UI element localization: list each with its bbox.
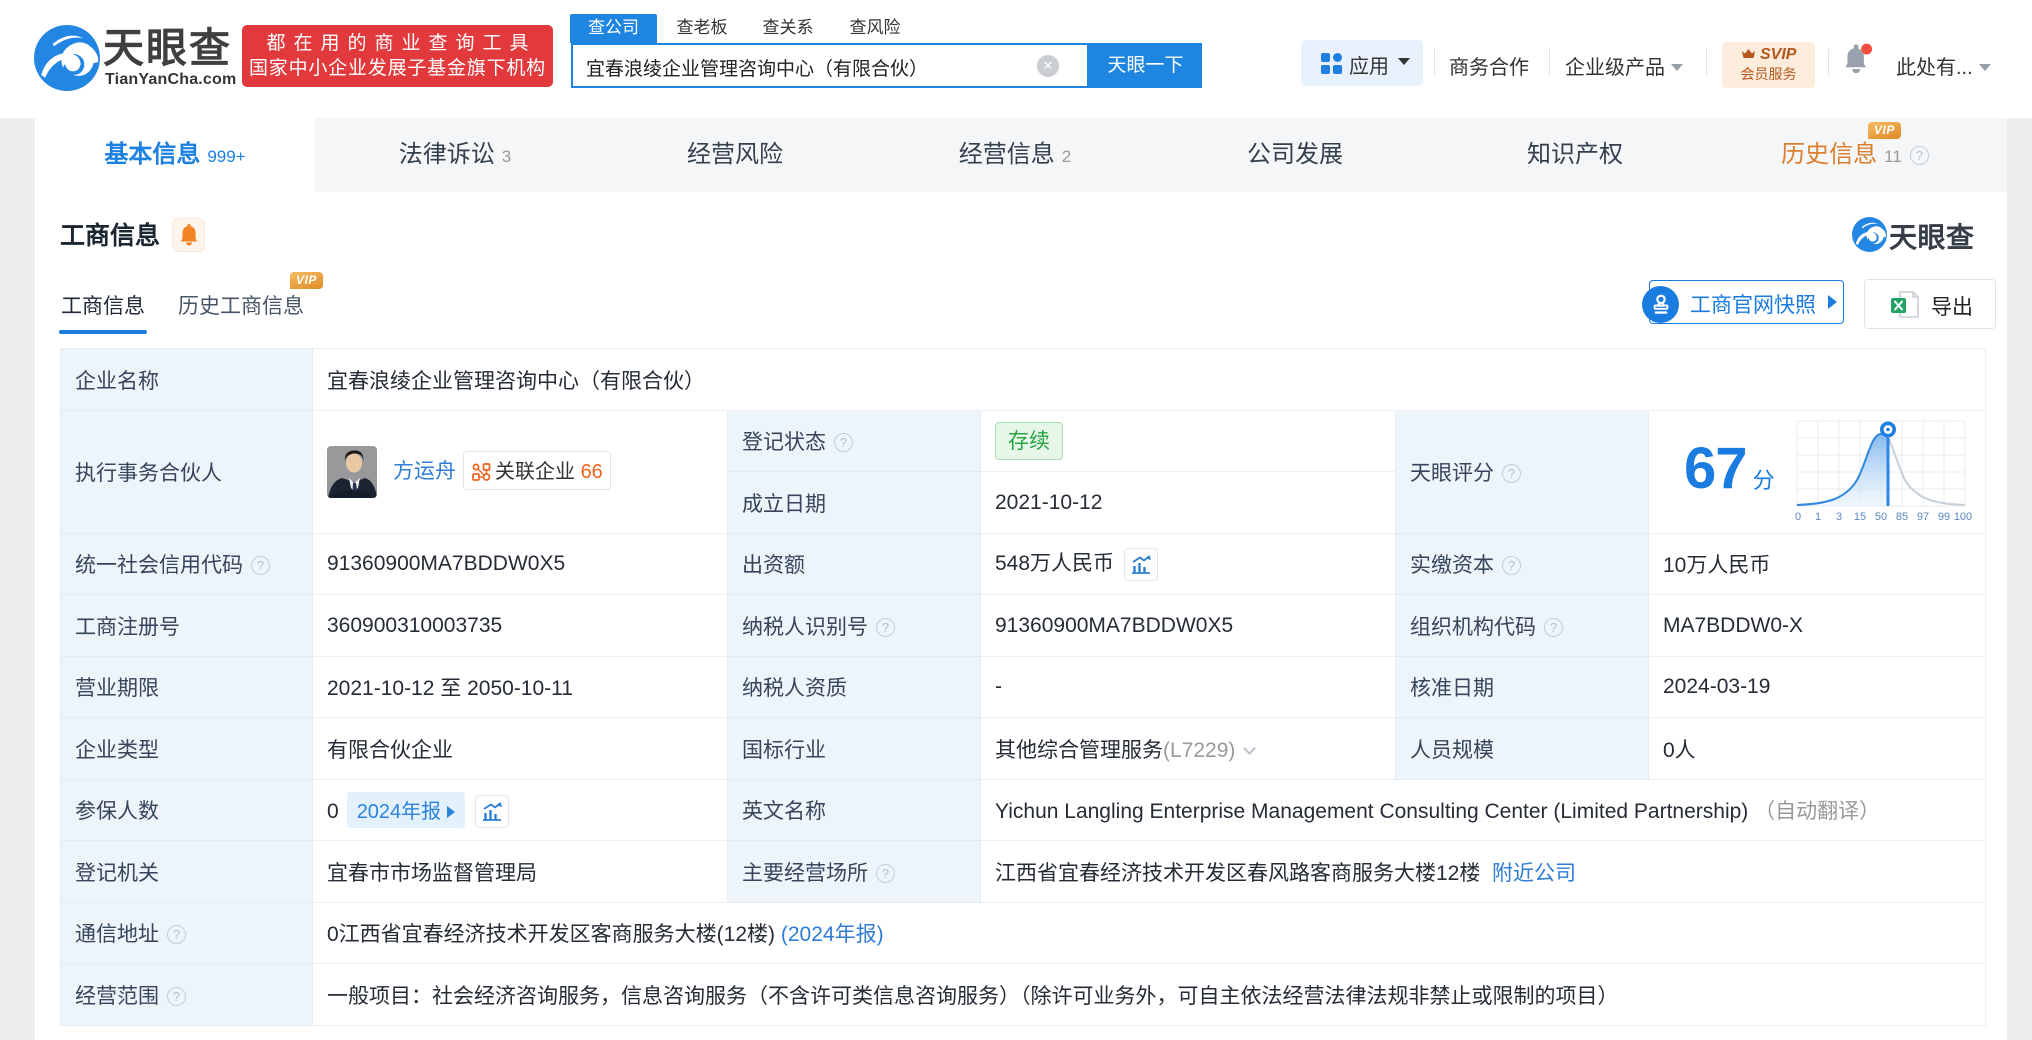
svg-text:1: 1 [1815, 511, 1821, 523]
svg-text:50: 50 [1875, 511, 1887, 523]
svg-text:15: 15 [1854, 511, 1866, 523]
svg-text:97: 97 [1917, 511, 1929, 523]
svg-text:85: 85 [1896, 511, 1908, 523]
svg-text:100: 100 [1954, 511, 1972, 523]
svg-text:0: 0 [1795, 511, 1801, 523]
svg-text:99: 99 [1938, 511, 1950, 523]
svg-text:3: 3 [1836, 511, 1842, 523]
